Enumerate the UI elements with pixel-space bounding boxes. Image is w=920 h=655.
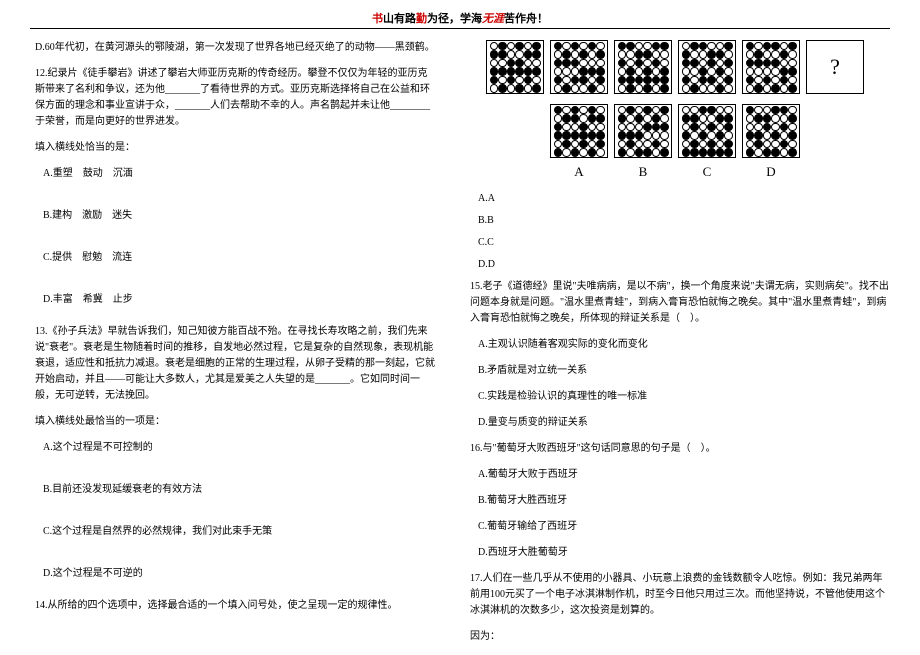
q12-prompt: 填入横线处恰当的是： bbox=[35, 140, 435, 156]
puzzle-grid bbox=[742, 104, 800, 158]
q17-stem: 17.人们在一些几乎从不使用的小器具、小玩意上浪费的金钱数额令人吃惊。例如：我兄… bbox=[470, 571, 890, 619]
q14-option-d: D.D bbox=[478, 257, 890, 273]
q16-stem: 16.与"葡萄牙大败西班牙"这句话同意思的句子是（ ）。 bbox=[470, 441, 890, 457]
q12-option-b: B.建构 激励 迷失 bbox=[43, 208, 435, 224]
puzzle-grid bbox=[550, 40, 608, 94]
q11-option-d: D.60年代初，在黄河源头的鄂陵湖，第一次发现了世界各地已经灭绝了的动物——黑颈… bbox=[35, 40, 435, 56]
puzzle-label-d: D bbox=[742, 162, 800, 183]
q14-option-b: B.B bbox=[478, 213, 890, 229]
q14-option-a: A.A bbox=[478, 191, 890, 207]
q15-option-d: D.量变与质变的辩证关系 bbox=[478, 415, 890, 431]
q15-option-b: B.矛盾就是对立统一关系 bbox=[478, 363, 890, 379]
q13-option-d: D.这个过程是不可逆的 bbox=[43, 566, 435, 582]
q13-option-a: A.这个过程是不可控制的 bbox=[43, 440, 435, 456]
q13-option-b: B.目前还没发现延缓衰老的有效方法 bbox=[43, 482, 435, 498]
q17-reason: 因为： bbox=[470, 629, 890, 645]
q16-option-b: B.葡萄牙大胜西班牙 bbox=[478, 493, 890, 509]
puzzle-question-box: ? bbox=[806, 40, 864, 94]
puzzle-label-b: B bbox=[614, 162, 672, 183]
q15-option-a: A.主观认识随着客观实际的变化而变化 bbox=[478, 337, 890, 353]
q14-stem: 14.从所给的四个选项中，选择最合适的一个填入问号处，使之呈现一定的规律性。 bbox=[35, 598, 435, 614]
header-divider bbox=[30, 28, 890, 29]
puzzle-grid bbox=[678, 40, 736, 94]
q14-puzzle: ? A B C D bbox=[470, 40, 880, 183]
q12-stem: 12.纪录片《徒手攀岩》讲述了攀岩大师亚历克斯的传奇经历。攀登不仅仅为年轻的亚历… bbox=[35, 66, 435, 130]
puzzle-grid bbox=[742, 40, 800, 94]
q12-option-c: C.提供 慰勉 流连 bbox=[43, 250, 435, 266]
puzzle-label-c: C bbox=[678, 162, 736, 183]
puzzle-grid bbox=[614, 40, 672, 94]
puzzle-labels: A B C D bbox=[470, 162, 880, 183]
q16-option-d: D.西班牙大胜葡萄牙 bbox=[478, 545, 890, 561]
puzzle-grid bbox=[678, 104, 736, 158]
puzzle-bottom-row bbox=[470, 104, 880, 158]
q13-prompt: 填入横线处最恰当的一项是： bbox=[35, 414, 435, 430]
q16-option-c: C.葡萄牙输给了西班牙 bbox=[478, 519, 890, 535]
puzzle-grid bbox=[486, 40, 544, 94]
q13-option-c: C.这个过程是自然界的必然规律，我们对此束手无策 bbox=[43, 524, 435, 540]
q12-option-a: A.重塑 鼓动 沉湎 bbox=[43, 166, 435, 182]
puzzle-grid bbox=[550, 104, 608, 158]
q13-stem: 13.《孙子兵法》早就告诉我们，知己知彼方能百战不殆。在寻找长寿攻略之前，我们先… bbox=[35, 324, 435, 404]
puzzle-top-row: ? bbox=[470, 40, 880, 94]
page-header: 书山有路勤为径，学海无涯苦作舟！ bbox=[0, 10, 920, 26]
q12-option-d: D.丰富 希冀 止步 bbox=[43, 292, 435, 308]
puzzle-label-a: A bbox=[550, 162, 608, 183]
left-column: D.60年代初，在黄河源头的鄂陵湖，第一次发现了世界各地已经灭绝了的动物——黑颈… bbox=[35, 40, 435, 624]
puzzle-grid bbox=[614, 104, 672, 158]
q15-stem: 15.老子《道德经》里说"夫唯病病，是以不病"，换一个角度来说"夫谓无病，实则病… bbox=[470, 279, 890, 327]
q14-answers: A.A B.B C.C D.D bbox=[470, 191, 890, 273]
q16-option-a: A.葡萄牙大败于西班牙 bbox=[478, 467, 890, 483]
right-column: ? A B C D A.A B.B C.C D.D 15.老子《道德经》里说"夫… bbox=[470, 40, 890, 655]
q15-option-c: C.实践是检验认识的真理性的唯一标准 bbox=[478, 389, 890, 405]
q14-option-c: C.C bbox=[478, 235, 890, 251]
